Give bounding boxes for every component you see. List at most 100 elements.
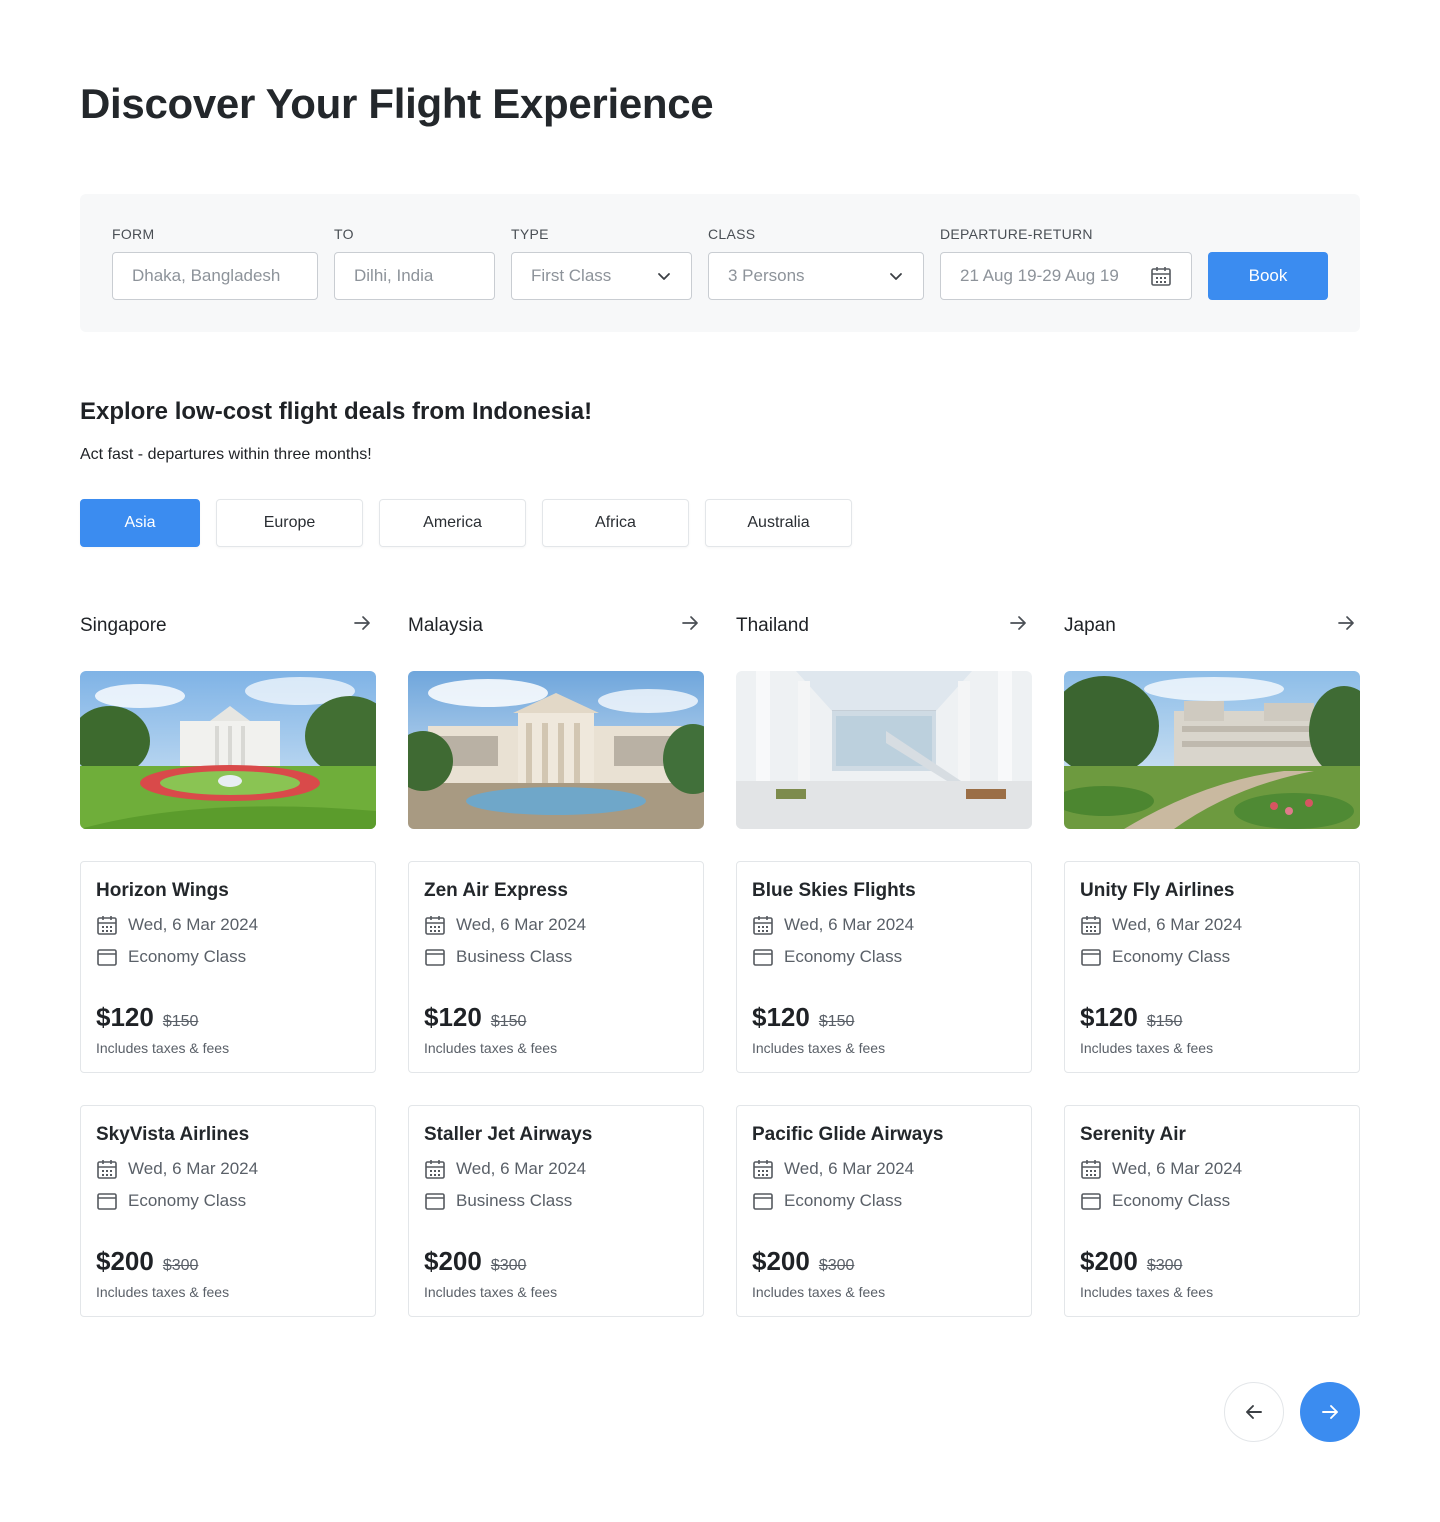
seat-class-icon [1081,949,1101,966]
airline-name: Pacific Glide Airways [752,1124,944,1145]
deal-cabin: Business Class [424,1190,572,1212]
book-button[interactable]: Book [1208,252,1328,300]
deal-card[interactable]: Horizon Wings Wed, 6 Mar 2024 Economy Cl… [80,861,376,1073]
deal-date: Wed, 6 Mar 2024 [1080,914,1242,936]
current-price: $120 [752,1002,810,1032]
calendar-icon [97,1160,117,1179]
destination-column-thailand: Thailand Blue Skies Flights Wed, 6 Mar 2… [736,610,1032,1317]
date-text: Wed, 6 Mar 2024 [784,1159,915,1178]
previous-page-button[interactable] [1224,1382,1284,1442]
deal-cabin: Economy Class [752,1190,902,1212]
destination-image[interactable] [736,671,1032,829]
current-price: $200 [424,1246,482,1276]
deals-subheading: Act fast - departures within three month… [80,446,372,463]
arrow-right-icon[interactable] [1336,613,1356,633]
calendar-icon [1081,1160,1101,1179]
deal-card[interactable]: Pacific Glide Airways Wed, 6 Mar 2024 Ec… [736,1105,1032,1317]
price-note: Includes taxes & fees [752,1284,886,1300]
original-price: $300 [1146,1257,1183,1274]
cabin-text: Economy Class [128,1191,247,1210]
destination-image[interactable] [1064,671,1360,829]
deal-card[interactable]: Blue Skies Flights Wed, 6 Mar 2024 Econo… [736,861,1032,1073]
price-note: Includes taxes & fees [96,1040,230,1056]
original-price: $150 [162,1013,199,1030]
price-note: Includes taxes & fees [752,1040,886,1056]
current-price: $200 [96,1246,154,1276]
seat-class-icon [1081,1193,1101,1210]
arrow-right-icon[interactable] [352,613,372,633]
deal-cabin: Economy Class [96,946,246,968]
arrow-left-icon [1246,1405,1262,1419]
cabin-text: Business Class [456,1191,573,1210]
from-input-box[interactable] [112,252,318,300]
cabin-text: Economy Class [784,947,903,966]
original-price: $150 [490,1013,527,1030]
dates-label: DEPARTURE-RETURN [940,226,1093,242]
next-page-button[interactable] [1300,1382,1360,1442]
arrow-right-icon[interactable] [1008,613,1028,633]
deal-card[interactable]: SkyVista Airlines Wed, 6 Mar 2024 Econom… [80,1105,376,1317]
date-text: Wed, 6 Mar 2024 [784,915,915,934]
date-text: Wed, 6 Mar 2024 [1112,915,1243,934]
dates-field: DEPARTURE-RETURN 21 Aug 19-29 Aug 19 [940,226,1192,300]
calendar-icon [425,1160,445,1179]
deal-card[interactable]: Unity Fly Airlines Wed, 6 Mar 2024 Econo… [1064,861,1360,1073]
airline-name: Serenity Air [1080,1124,1186,1145]
destination-column-japan: Japan Unity Fly Airlines Wed, 6 Mar 2024 [1064,610,1360,1317]
cabin-text: Economy Class [128,947,247,966]
price-note: Includes taxes & fees [1080,1040,1214,1056]
tab-australia[interactable]: Australia [705,499,852,547]
from-input[interactable] [132,266,298,286]
date-text: Wed, 6 Mar 2024 [128,1159,259,1178]
class-select[interactable]: 3 Persons [708,252,924,300]
class-field: CLASS 3 Persons [708,226,924,300]
calendar-icon [425,916,445,935]
tab-asia[interactable]: Asia [80,499,200,547]
destination-name: Malaysia [408,615,483,636]
destination-header[interactable]: Thailand [736,610,1032,642]
tab-africa[interactable]: Africa [542,499,689,547]
calendar-icon [97,916,117,935]
type-select[interactable]: First Class [511,252,692,300]
arrow-right-icon[interactable] [680,613,700,633]
calendar-icon [753,916,773,935]
airline-name: Horizon Wings [96,880,229,901]
deal-date: Wed, 6 Mar 2024 [752,1158,914,1180]
deal-card[interactable]: Serenity Air Wed, 6 Mar 2024 Economy Cla… [1064,1105,1360,1317]
destination-name: Japan [1064,615,1116,636]
destination-header[interactable]: Japan [1064,610,1360,642]
airline-name: SkyVista Airlines [96,1124,250,1145]
tab-america[interactable]: America [379,499,526,547]
deal-date: Wed, 6 Mar 2024 [96,1158,258,1180]
tab-europe[interactable]: Europe [216,499,363,547]
chevron-down-icon [890,273,902,280]
deal-date: Wed, 6 Mar 2024 [424,914,586,936]
deal-cabin: Business Class [424,946,572,968]
original-price: $300 [490,1257,527,1274]
current-price: $120 [96,1002,154,1032]
calendar-icon[interactable] [1150,265,1172,287]
destination-header[interactable]: Singapore [80,610,376,642]
to-input[interactable] [354,266,475,286]
date-text: Wed, 6 Mar 2024 [128,915,259,934]
from-field: FORM [112,226,318,300]
destination-column-malaysia: Malaysia Zen Air Express Wed, 6 Mar 2024 [408,610,704,1317]
destination-header[interactable]: Malaysia [408,610,704,642]
dates-input[interactable]: 21 Aug 19-29 Aug 19 [940,252,1192,300]
destination-image[interactable] [408,671,704,829]
deal-price: $120 $150 [424,1002,526,1033]
deal-card[interactable]: Staller Jet Airways Wed, 6 Mar 2024 Busi… [408,1105,704,1317]
airline-name: Staller Jet Airways [424,1124,593,1145]
current-price: $120 [424,1002,482,1032]
airport-interior-image [736,671,1032,829]
deal-date: Wed, 6 Mar 2024 [96,914,258,936]
to-field: TO [334,226,495,300]
deal-cabin: Economy Class [1080,946,1230,968]
date-text: Wed, 6 Mar 2024 [456,1159,587,1178]
current-price: $200 [752,1246,810,1276]
destination-image[interactable] [80,671,376,829]
to-input-box[interactable] [334,252,495,300]
original-price: $300 [818,1257,855,1274]
deal-card[interactable]: Zen Air Express Wed, 6 Mar 2024 Business… [408,861,704,1073]
region-tabs: Asia Europe America Africa Australia [80,499,868,547]
